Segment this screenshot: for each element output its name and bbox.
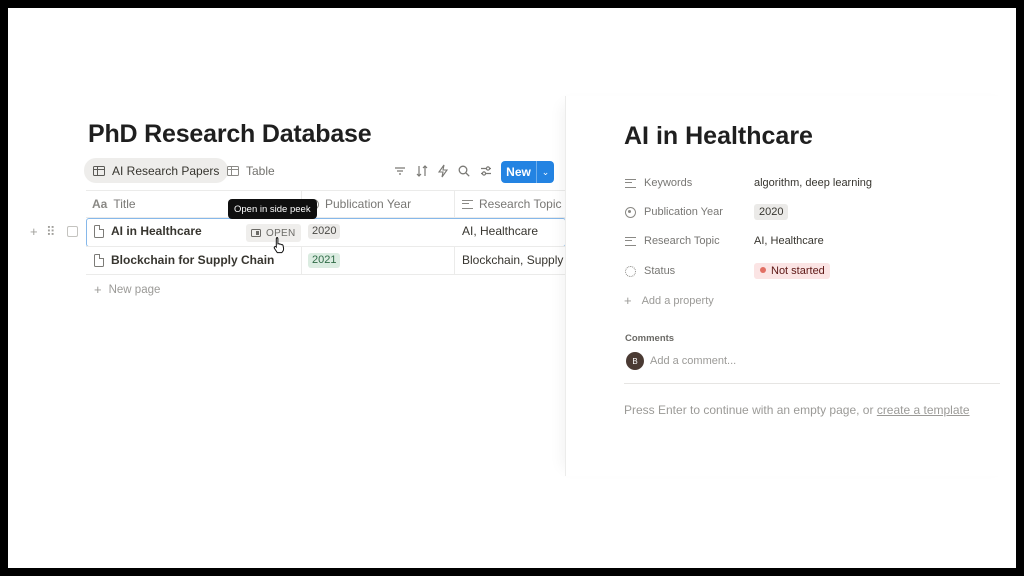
comments-heading: Comments bbox=[625, 333, 675, 344]
property-research-topic[interactable]: Research Topic AI, Healthcare bbox=[624, 232, 1004, 250]
circle-icon bbox=[624, 206, 636, 218]
new-button[interactable]: New ⌄ bbox=[501, 161, 554, 183]
topic-cell[interactable]: AI, Healthcare bbox=[462, 222, 538, 240]
column-header-title[interactable]: Aa Title bbox=[92, 193, 136, 215]
column-header-label: Title bbox=[113, 197, 136, 211]
view-tab-ai-research-papers[interactable]: AI Research Papers bbox=[84, 158, 229, 183]
table-icon bbox=[227, 165, 239, 176]
lines-icon bbox=[624, 235, 636, 247]
row-title-cell[interactable]: AI in Healthcare bbox=[94, 222, 202, 240]
automation-icon[interactable] bbox=[436, 164, 450, 178]
app-frame: PhD Research Database AI Research Papers… bbox=[8, 8, 1016, 568]
empty-page-hint: Press Enter to continue with an empty pa… bbox=[624, 403, 970, 417]
tooltip: Open in side peek bbox=[228, 199, 317, 219]
property-value[interactable]: algorithm, deep learning bbox=[754, 177, 872, 189]
create-template-link[interactable]: create a template bbox=[877, 403, 970, 417]
hint-text: Press Enter to continue with an empty pa… bbox=[624, 403, 874, 417]
divider bbox=[624, 383, 1000, 384]
property-name: Keywords bbox=[644, 177, 693, 189]
new-page-button[interactable]: + New page bbox=[94, 282, 160, 297]
filter-icon[interactable] bbox=[393, 164, 407, 178]
topic-value: Blockchain, Supply Ch bbox=[462, 253, 566, 267]
table-top-border bbox=[86, 190, 566, 191]
row-checkbox[interactable] bbox=[67, 226, 78, 237]
new-page-label: New page bbox=[108, 283, 161, 296]
add-property-button[interactable]: + Add a property bbox=[624, 293, 714, 308]
property-name: Research Topic bbox=[644, 235, 720, 247]
text-type-icon: Aa bbox=[92, 197, 108, 211]
settings-icon[interactable] bbox=[479, 164, 493, 178]
page-icon bbox=[94, 224, 104, 238]
table-icon bbox=[93, 165, 105, 176]
row-border bbox=[86, 246, 566, 247]
plus-icon: + bbox=[94, 282, 102, 297]
side-peek-panel: AI in Healthcare Keywords algorithm, dee… bbox=[565, 96, 1016, 476]
row-border bbox=[86, 274, 566, 275]
column-header-research-topic[interactable]: Research Topic bbox=[461, 193, 562, 215]
view-tab-label: Table bbox=[246, 163, 275, 178]
year-tag: 2021 bbox=[308, 253, 341, 268]
database-title: PhD Research Database bbox=[88, 120, 372, 148]
property-publication-year[interactable]: Publication Year 2020 bbox=[624, 203, 1004, 221]
row-title: AI in Healthcare bbox=[111, 224, 202, 238]
page-icon bbox=[94, 253, 104, 267]
property-name: Status bbox=[644, 265, 676, 277]
database-panel: PhD Research Database AI Research Papers… bbox=[8, 8, 566, 568]
property-value[interactable]: AI, Healthcare bbox=[754, 235, 824, 247]
status-dot-icon bbox=[760, 267, 766, 273]
property-name: Publication Year bbox=[644, 206, 723, 218]
comment-input[interactable]: Add a comment... bbox=[650, 355, 736, 367]
lines-icon bbox=[624, 177, 636, 189]
chevron-down-icon[interactable]: ⌄ bbox=[537, 167, 554, 178]
drag-handle-icon[interactable]: ⠿ bbox=[46, 225, 56, 239]
status-icon bbox=[624, 265, 636, 277]
topic-cell[interactable]: Blockchain, Supply Ch bbox=[462, 251, 566, 269]
sort-icon[interactable] bbox=[415, 164, 429, 178]
hand-cursor-icon bbox=[273, 237, 285, 254]
year-tag: 2020 bbox=[308, 224, 341, 239]
plus-icon: + bbox=[624, 293, 632, 308]
row-title: Blockchain for Supply Chain bbox=[111, 253, 275, 267]
status-label: Not started bbox=[771, 265, 825, 277]
avatar: B bbox=[626, 352, 644, 370]
column-header-publication-year[interactable]: Publication Year bbox=[307, 193, 411, 215]
lines-icon bbox=[461, 198, 473, 210]
new-button-label: New bbox=[506, 165, 531, 179]
side-peek-icon bbox=[251, 229, 261, 237]
row-title-cell[interactable]: Blockchain for Supply Chain bbox=[94, 251, 274, 269]
view-tab-table[interactable]: Table bbox=[218, 158, 284, 183]
year-tag[interactable]: 2020 bbox=[754, 204, 789, 220]
property-keywords[interactable]: Keywords algorithm, deep learning bbox=[624, 174, 1004, 192]
column-header-label: Publication Year bbox=[325, 197, 412, 211]
view-tab-label: AI Research Papers bbox=[112, 163, 220, 178]
search-icon[interactable] bbox=[457, 164, 471, 178]
add-row-icon[interactable]: + bbox=[30, 225, 38, 239]
column-header-label: Research Topic bbox=[479, 197, 562, 211]
page-title[interactable]: AI in Healthcare bbox=[624, 122, 813, 151]
property-status[interactable]: Status Not started bbox=[624, 262, 1004, 280]
status-badge[interactable]: Not started bbox=[754, 263, 830, 279]
add-property-label: Add a property bbox=[641, 294, 714, 307]
topic-value: AI, Healthcare bbox=[462, 224, 539, 238]
